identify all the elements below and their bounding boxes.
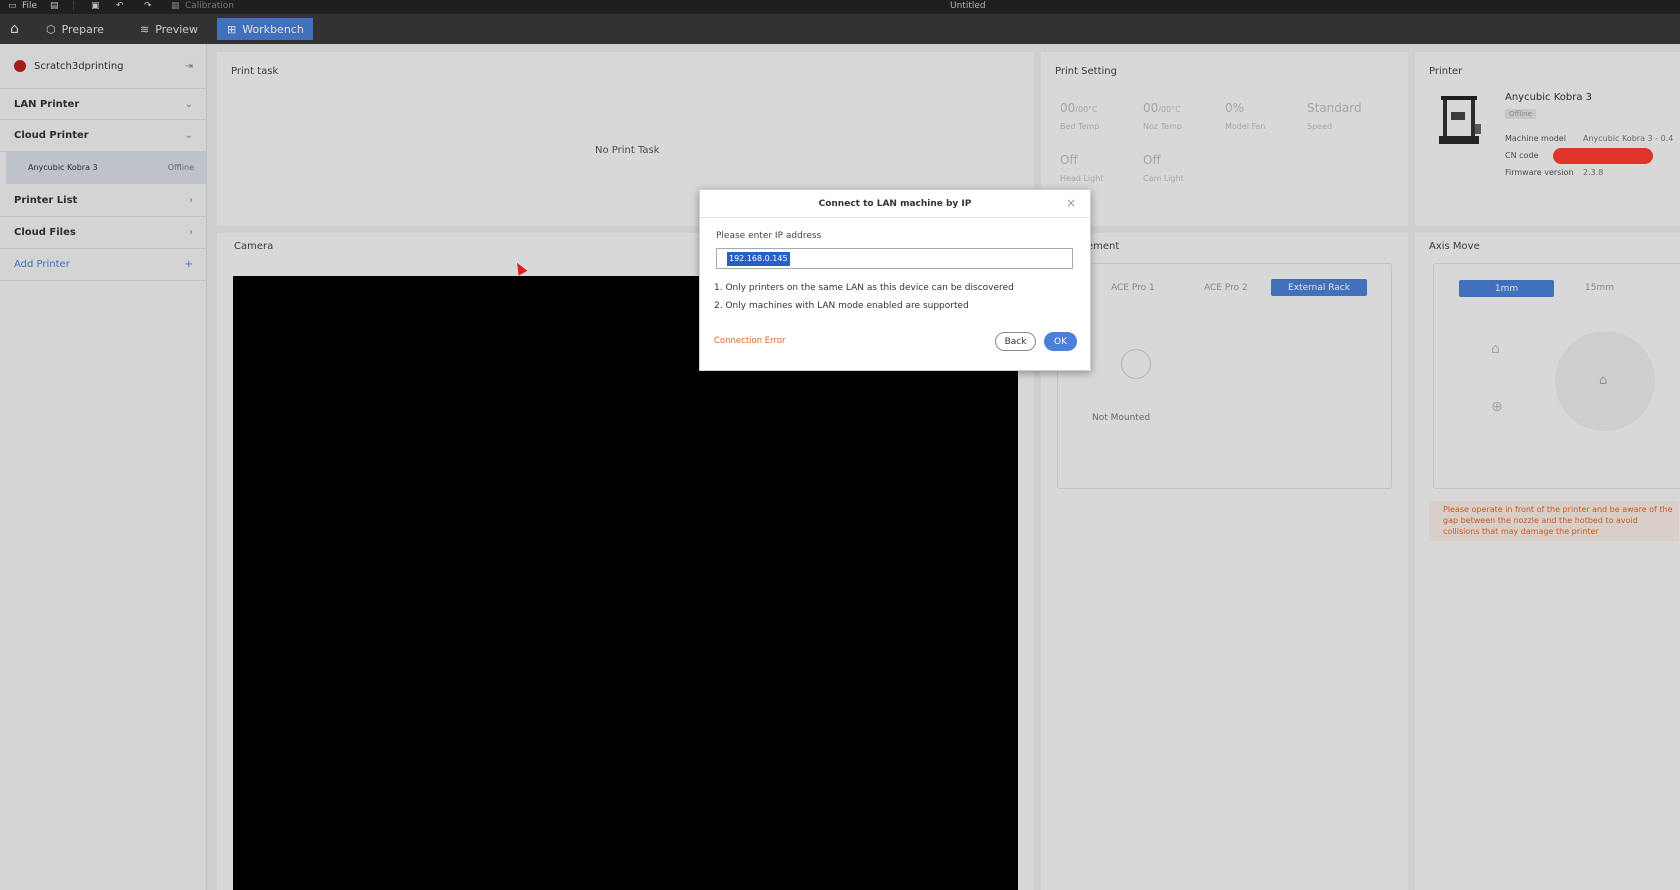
info-note-2: 2. Only machines with LAN mode enabled a… xyxy=(714,301,969,311)
dialog-title: Connect to LAN machine by IP xyxy=(818,198,972,209)
ip-address-value: 192.168.0.145 xyxy=(727,252,790,266)
back-button[interactable]: Back xyxy=(995,332,1036,351)
connection-error-text: Connection Error xyxy=(714,336,786,346)
dialog-header: Connect to LAN machine by IP × xyxy=(700,190,1090,218)
ip-address-input[interactable]: 192.168.0.145 xyxy=(716,248,1073,269)
modal-backdrop xyxy=(0,0,1680,890)
close-icon[interactable]: × xyxy=(1066,196,1076,210)
ok-button[interactable]: OK xyxy=(1044,332,1077,351)
connect-lan-dialog: Connect to LAN machine by IP × Please en… xyxy=(699,189,1091,371)
ip-prompt-label: Please enter IP address xyxy=(716,231,822,241)
info-note-1: 1. Only printers on the same LAN as this… xyxy=(714,283,1014,293)
